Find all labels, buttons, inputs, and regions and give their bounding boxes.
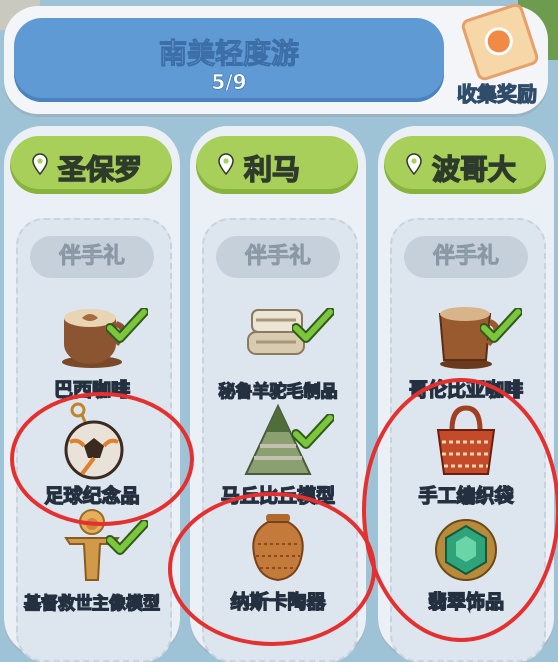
souvenir-label: 基督救世主像模型	[23, 593, 160, 614]
location-pin-icon	[32, 153, 48, 176]
city-column-lima: 利马 伴手礼 秘鲁羊驼毛制品 马丘比丘模型 纳斯卡陶器	[190, 126, 366, 662]
city-tab[interactable]: 利马	[196, 136, 358, 194]
woven-bag-icon	[436, 405, 496, 475]
souvenir-label: 纳斯卡陶器	[230, 590, 326, 613]
gift-label: 伴手礼	[30, 236, 154, 278]
souvenir-item[interactable]: 纳斯卡陶器	[208, 504, 348, 614]
souvenir-item[interactable]: 足球纪念品	[22, 398, 162, 508]
location-pin-icon	[218, 153, 234, 176]
souvenir-item[interactable]: 翡翠饰品	[396, 504, 536, 614]
city-column-bogota: 波哥大 伴手礼 哥伦比亚咖啡 手工编织袋 翡翠饰品	[378, 126, 554, 662]
location-pin-icon	[406, 153, 422, 176]
city-name: 圣保罗	[57, 152, 143, 186]
reward-label: 收集奖励	[456, 81, 537, 106]
souvenir-label: 翡翠饰品	[427, 590, 504, 613]
city-tab[interactable]: 波哥大	[384, 136, 546, 194]
gift-label: 伴手礼	[404, 236, 528, 278]
title-banner: 南美轻度游 5/9	[14, 18, 444, 102]
emerald-ring-icon	[435, 519, 497, 581]
page-title: 南美轻度游	[158, 37, 299, 71]
nazca-pottery-icon	[252, 514, 304, 582]
reward-ticket-icon	[459, 1, 541, 83]
souvenir-item[interactable]: 手工编织袋	[396, 398, 536, 508]
city-column-sao-paulo: 圣保罗 伴手礼 巴西咖啡 足球纪念品 基督救世主像模型	[4, 126, 180, 662]
city-tab[interactable]: 圣保罗	[10, 136, 172, 194]
checkmark-icon	[292, 414, 334, 449]
souvenir-item[interactable]: 马丘比丘模型	[208, 398, 348, 508]
souvenir-item[interactable]: 秘鲁羊驼毛制品	[208, 292, 348, 403]
checkmark-icon	[106, 520, 148, 555]
checkmark-icon	[292, 308, 334, 343]
city-name: 波哥大	[431, 152, 517, 186]
city-name: 利马	[243, 152, 301, 186]
souvenir-item[interactable]: 基督救世主像模型	[22, 504, 162, 615]
collection-progress: 5/9	[211, 70, 247, 95]
gift-label: 伴手礼	[216, 236, 340, 278]
collect-reward-button[interactable]: 收集奖励	[446, 1, 548, 108]
checkmark-icon	[480, 308, 522, 343]
football-keychain-icon	[64, 402, 124, 480]
souvenir-item[interactable]: 哥伦比亚咖啡	[396, 292, 536, 402]
checkmark-icon	[106, 308, 148, 343]
souvenir-item[interactable]: 巴西咖啡	[22, 292, 162, 402]
